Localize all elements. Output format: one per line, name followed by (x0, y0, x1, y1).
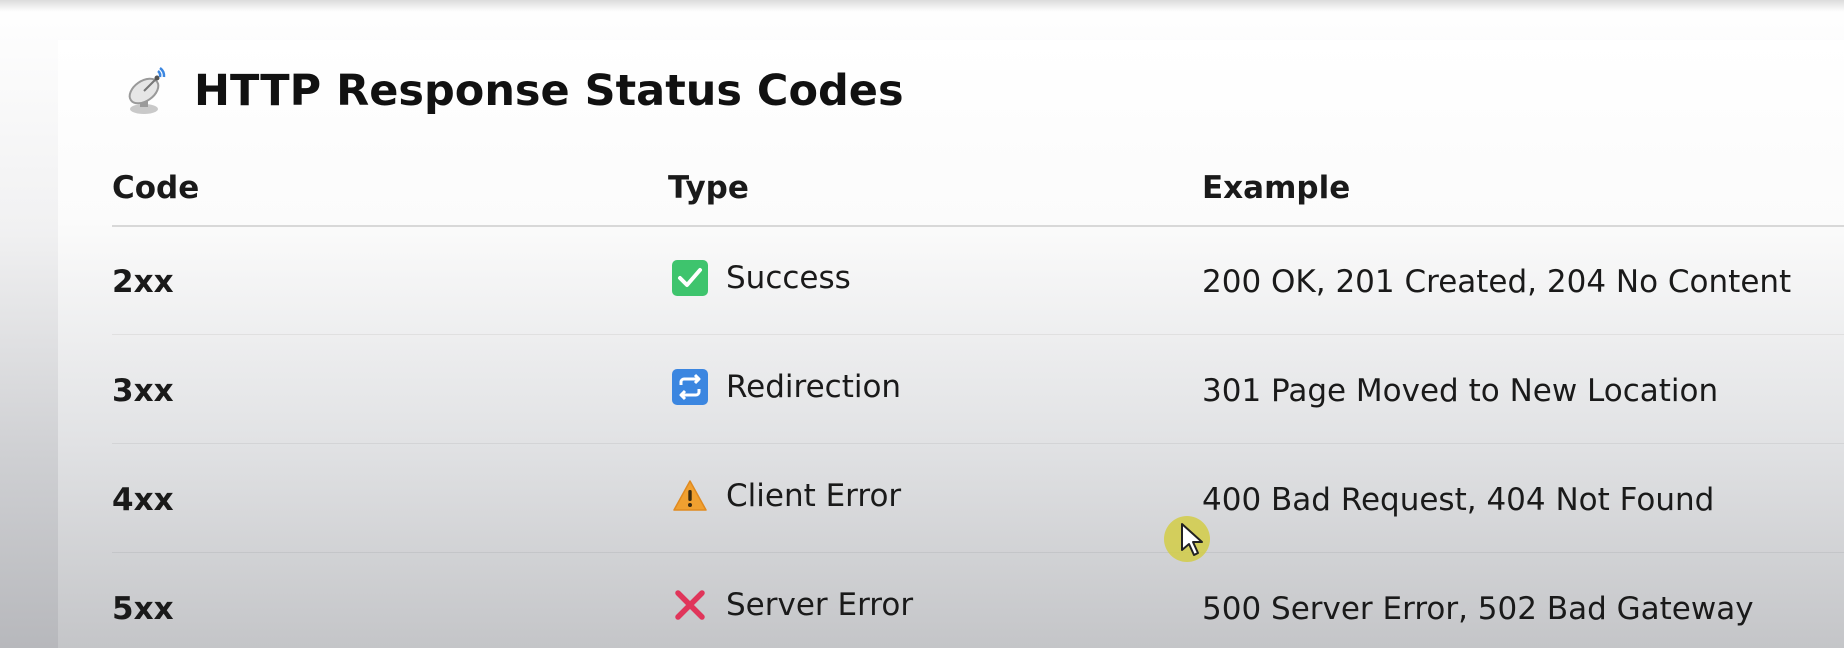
row-divider (112, 552, 1844, 553)
row-type-label: Success (726, 260, 851, 296)
header-divider (112, 225, 1844, 227)
row-example: 500 Server Error, 502 Bad Gateway (1202, 591, 1754, 627)
check-mark-icon (672, 260, 708, 296)
row-type: Client Error (672, 478, 901, 514)
row-example: 400 Bad Request, 404 Not Found (1202, 482, 1715, 518)
window-top-edge (0, 0, 1844, 12)
warning-icon (672, 478, 708, 514)
row-type-label: Client Error (726, 478, 902, 514)
page-title: HTTP Response Status Codes (194, 66, 904, 116)
content-panel (58, 40, 1844, 648)
row-type: Redirection (672, 369, 901, 405)
mouse-pointer-icon (1164, 516, 1210, 562)
satellite-antenna-icon (122, 65, 174, 117)
row-code: 4xx (112, 482, 174, 518)
row-example: 301 Page Moved to New Location (1202, 373, 1719, 409)
row-code: 3xx (112, 373, 174, 409)
row-example: 200 OK, 201 Created, 204 No Content (1202, 264, 1792, 300)
row-code: 5xx (112, 591, 174, 627)
row-divider (112, 443, 1844, 444)
row-type-label: Server Error (726, 587, 914, 623)
row-divider (112, 334, 1844, 335)
page-header: HTTP Response Status Codes (122, 60, 904, 122)
column-header-type: Type (668, 170, 749, 206)
repeat-arrows-icon (672, 369, 708, 405)
cross-mark-icon (672, 587, 708, 623)
row-code: 2xx (112, 264, 174, 300)
row-type-label: Redirection (726, 369, 902, 405)
row-type: Success (672, 260, 851, 296)
column-header-code: Code (112, 170, 200, 206)
column-header-example: Example (1202, 170, 1351, 206)
row-type: Server Error (672, 587, 913, 623)
